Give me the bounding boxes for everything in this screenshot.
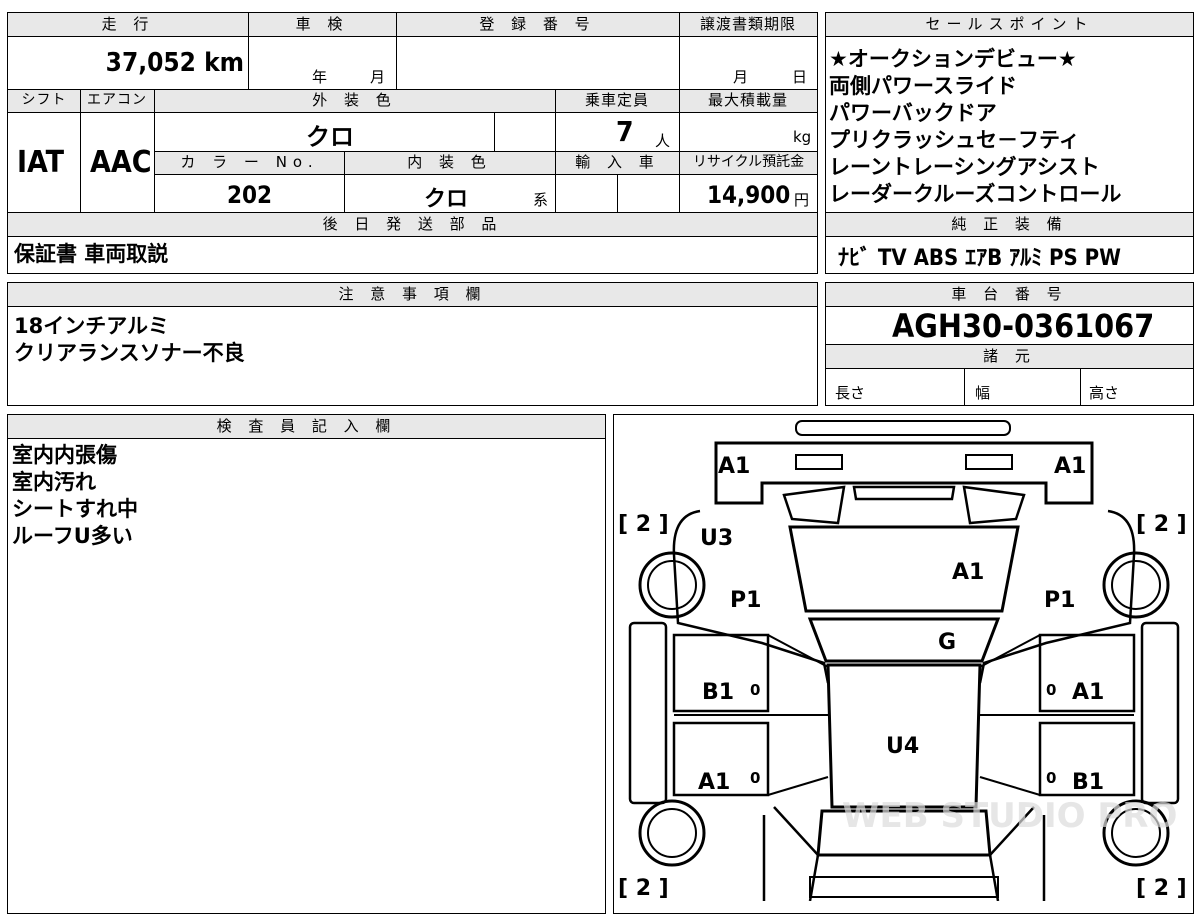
mark-b1-left: B1 — [702, 680, 734, 705]
watermark: WEB STUDIO PRO — [842, 796, 1177, 836]
aircon-value: AAC — [90, 145, 152, 180]
interior-color-header: 内 装 色 — [344, 152, 555, 175]
car-damage-diagram: A1 A1 [ 2 ] [ 2 ] U3 A1 P1 P1 G B1 A1 U4… — [618, 420, 1187, 901]
sales-point-item: パワーバックドア — [829, 101, 997, 125]
mark-b1-right-rear: B1 — [1072, 770, 1104, 795]
later-parts-header: 後 日 発 送 部 品 — [8, 213, 817, 237]
exterior-color-header: 外 装 色 — [154, 90, 555, 113]
import-header: 輸 入 車 — [556, 152, 679, 175]
kei-unit: 系 — [533, 191, 549, 209]
aircon-header: エアコン — [80, 90, 154, 113]
shift-value: IAT — [17, 145, 65, 180]
mark-zero: 0 — [750, 769, 760, 787]
sales-points-list: ★オークションデビュー★ 両側パワースライド パワーバックドア プリクラッシュセ… — [829, 46, 1121, 208]
mark-zero: 0 — [750, 681, 760, 699]
capacity-value: 7 — [616, 115, 634, 148]
later-parts-value: 保証書 車両取説 — [14, 242, 169, 266]
shaken-year-unit: 年 — [312, 68, 328, 86]
color-no-value: 202 — [227, 181, 273, 209]
registration-header: 登 録 番 号 — [396, 13, 679, 37]
notes-header: 注 意 事 項 欄 — [8, 283, 817, 307]
length-label: 長さ — [835, 384, 866, 402]
specs-header: 諸 元 — [826, 345, 1193, 369]
genuine-equipment-value: ﾅﾋﾞ TV ABS ｴｱB ｱﾙﾐ PS PW — [838, 246, 1121, 271]
capacity-header: 乗車定員 — [555, 90, 679, 113]
mark-roof: U4 — [886, 734, 919, 759]
shaken-header: 車 検 — [248, 13, 396, 37]
mark-zero: 0 — [1046, 769, 1056, 787]
max-load-header: 最大積載量 — [679, 90, 817, 113]
width-label: 幅 — [975, 384, 991, 402]
inspector-note-item: シートすれ中 — [12, 497, 138, 521]
inspector-note-item: 室内内張傷 — [12, 443, 117, 467]
sales-point-item: ★オークションデビュー★ — [829, 47, 1077, 71]
mileage-value: 37,052 km — [105, 48, 244, 78]
mark-a1-front-left: A1 — [718, 454, 750, 479]
shaken-month-unit: 月 — [370, 68, 386, 86]
sales-points-header: セールスポイント — [826, 13, 1193, 37]
sales-point-item: レーダークルーズコントロール — [829, 182, 1122, 206]
mark-hood: A1 — [952, 560, 984, 585]
recycle-header: リサイクル預託金 — [680, 152, 817, 175]
interior-color-value: クロ — [424, 187, 469, 212]
mark-windshield: G — [938, 630, 956, 655]
color-no-header: カ ラ ー No. — [155, 152, 344, 175]
yen-unit: 円 — [794, 191, 810, 209]
exterior-color-value: クロ — [306, 123, 354, 151]
inspector-note-item: ルーフU多い — [12, 524, 133, 548]
mark-a1-left-rear: A1 — [698, 770, 730, 795]
deadline-month-unit: 月 — [733, 68, 749, 86]
mark-u3: U3 — [700, 526, 733, 551]
note-item: クリアランスソナー不良 — [14, 341, 245, 365]
note-item: 18インチアルミ — [14, 314, 170, 338]
genuine-equipment-header: 純 正 装 備 — [826, 213, 1193, 237]
mark-tire-rear-left: [ 2 ] — [618, 876, 669, 901]
mark-tire-rear-right: [ 2 ] — [1136, 876, 1187, 901]
sales-point-item: 両側パワースライド — [829, 74, 1017, 98]
inspector-note-item: 室内汚れ — [12, 470, 96, 494]
deadline-day-unit: 日 — [792, 68, 808, 86]
recycle-fee-value: 14,900 — [707, 181, 791, 209]
mark-tire-front-left: [ 2 ] — [618, 512, 669, 537]
kg-unit: kg — [793, 128, 812, 146]
notes-list: 18インチアルミ クリアランスソナー不良 — [14, 313, 245, 367]
chassis-number-header: 車 台 番 号 — [826, 283, 1193, 307]
inspector-notes-list: 室内内張傷 室内汚れ シートすれ中 ルーフU多い — [12, 442, 138, 550]
transfer-deadline-header: 譲渡書類期限 — [679, 13, 817, 37]
sales-point-item: プリクラッシュセ－フティ — [829, 128, 1080, 152]
inspector-notes-header: 検 査 員 記 入 欄 — [8, 415, 605, 439]
shift-header: シフト — [8, 90, 80, 113]
mark-a1-right-door: A1 — [1072, 680, 1104, 705]
mileage-header: 走 行 — [8, 13, 248, 37]
mark-p1-right: P1 — [1044, 588, 1075, 613]
mark-a1-front-right: A1 — [1054, 454, 1086, 479]
mark-tire-front-right: [ 2 ] — [1136, 512, 1187, 537]
height-label: 高さ — [1089, 384, 1120, 402]
mark-p1-left: P1 — [730, 588, 761, 613]
mark-zero: 0 — [1046, 681, 1056, 699]
persons-unit: 人 — [655, 132, 671, 150]
sales-point-item: レーントレーシングアシスト — [829, 155, 1100, 179]
chassis-number-value: AGH30-0361067 — [892, 307, 1155, 345]
